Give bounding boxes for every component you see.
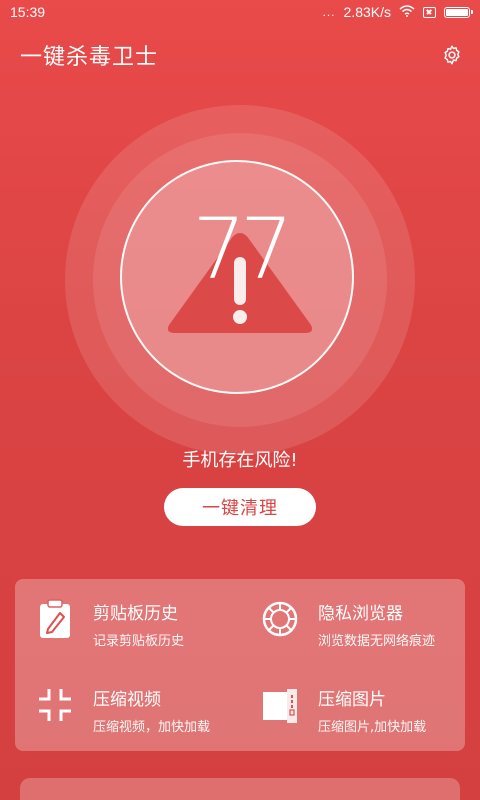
tool-title: 压缩图片 — [318, 690, 386, 710]
risk-score: 77 — [192, 200, 294, 298]
net-speed: 2.83K/s — [343, 4, 391, 20]
tool-title: 压缩视频 — [93, 690, 161, 710]
signal-dots: ... — [322, 5, 336, 19]
status-bar: 15:39 ... 2.83K/s — [0, 0, 480, 24]
clipboard-edit-icon — [37, 599, 73, 638]
tool-desc: 压缩视频，加快加载 — [93, 720, 211, 735]
bottom-card[interactable] — [20, 778, 460, 800]
tool-title: 隐私浏览器 — [318, 604, 403, 624]
risk-gauge: 77 — [65, 105, 415, 455]
status-indicators: ... 2.83K/s — [322, 4, 473, 20]
private-browser-icon — [262, 601, 298, 637]
app-title: 一键杀毒卫士 — [20, 45, 159, 70]
tool-compress-video[interactable]: 压缩视频 压缩视频，加快加载 — [37, 685, 237, 745]
tool-desc: 记录剪贴板历史 — [93, 634, 185, 649]
risk-status-text: 手机存在风险! — [182, 450, 298, 471]
app-header: 一键杀毒卫士 — [20, 40, 460, 70]
tool-private-browser[interactable]: 隐私浏览器 浏览数据无网络痕迹 — [262, 599, 462, 659]
battery-icon — [444, 6, 473, 18]
tool-desc: 压缩图片,加快加载 — [318, 720, 427, 735]
status-time: 15:39 — [10, 4, 46, 20]
compress-icon — [37, 687, 73, 723]
tool-clipboard-history[interactable]: 剪贴板历史 记录剪贴板历史 — [37, 599, 237, 659]
tool-compress-image[interactable]: 压缩图片 压缩图片,加快加载 — [262, 685, 462, 745]
settings-button[interactable] — [438, 41, 466, 69]
sim-disabled-icon — [423, 6, 436, 18]
wifi-icon — [399, 4, 415, 20]
gear-icon — [444, 45, 460, 65]
one-click-clean-button[interactable]: 一键清理 — [164, 488, 316, 526]
compress-file-icon — [262, 687, 298, 723]
tool-desc: 浏览数据无网络痕迹 — [318, 634, 436, 649]
tools-panel: 剪贴板历史 记录剪贴板历史 隐私浏览器 浏览数据无网络痕迹 压缩视频 压缩视频，… — [15, 579, 465, 751]
tool-title: 剪贴板历史 — [93, 604, 178, 624]
